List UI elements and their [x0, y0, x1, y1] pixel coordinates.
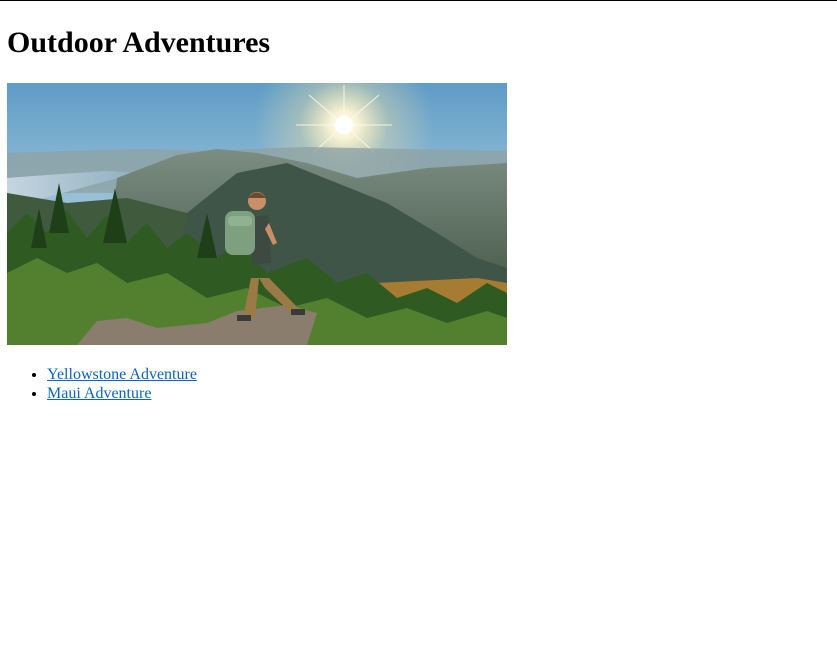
adventure-link-list: Yellowstone Adventure Maui Adventure [0, 365, 197, 403]
list-item: Yellowstone Adventure [47, 365, 197, 384]
yellowstone-adventure-link[interactable]: Yellowstone Adventure [47, 366, 197, 383]
hero-image [7, 83, 507, 345]
top-border [0, 0, 837, 1]
maui-adventure-link[interactable]: Maui Adventure [47, 385, 151, 402]
sun-shape [335, 116, 353, 134]
list-item: Maui Adventure [47, 384, 197, 403]
page-title: Outdoor Adventures [7, 26, 271, 59]
